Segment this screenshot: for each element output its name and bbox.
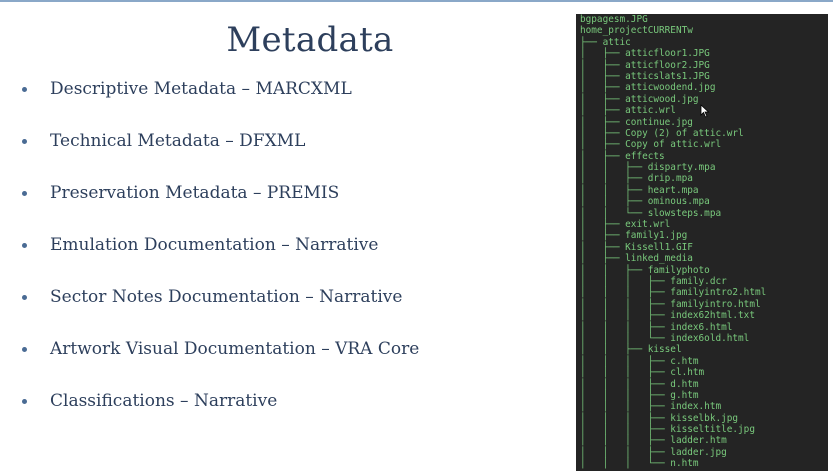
tree-line: │ ├── atticwoodend.jpg bbox=[580, 82, 716, 94]
tree-line: │ ├── exit.wrl bbox=[580, 219, 671, 231]
bullet-text: Artwork Visual Documentation – VRA Core bbox=[50, 339, 420, 359]
tree-line: │ ├── Copy of attic.wrl bbox=[580, 139, 722, 151]
tree-line: │ ├── Copy (2) of attic.wrl bbox=[580, 127, 744, 139]
bullet-text: Preservation Metadata – PREMIS bbox=[50, 183, 340, 203]
tree-line: │ │ │ ├── index.htm bbox=[580, 401, 722, 413]
bullet-dot-icon bbox=[22, 347, 27, 352]
tree-line: │ │ ├── ominous.mpa bbox=[580, 196, 710, 208]
tree-line: ├── attic bbox=[580, 36, 631, 48]
tree-line: │ │ │ └── index6old.html bbox=[580, 332, 750, 344]
bullet-item: Emulation Documentation – Narrative bbox=[22, 234, 562, 286]
tree-line: │ │ ├── familyphoto bbox=[580, 264, 710, 276]
tree-line: │ ├── linked_media bbox=[580, 253, 693, 265]
bullet-dot-icon bbox=[22, 399, 27, 404]
tree-line: │ │ │ ├── kisseltitle.jpg bbox=[580, 424, 755, 436]
tree-line: │ │ │ ├── ladder.jpg bbox=[580, 446, 727, 458]
tree-line: │ ├── family1.jpg bbox=[580, 230, 688, 242]
mouse-cursor-icon bbox=[700, 104, 710, 118]
tree-line: │ │ ├── disparty.mpa bbox=[580, 162, 716, 174]
tree-line: │ ├── Kissell1.GIF bbox=[580, 241, 693, 253]
tree-line: │ ├── atticfloor1.JPG bbox=[580, 48, 710, 60]
bullet-item: Classifications – Narrative bbox=[22, 390, 562, 442]
tree-line: │ │ │ └── n.htm bbox=[580, 458, 699, 470]
tree-line: │ │ ├── kissel bbox=[580, 344, 682, 356]
slide: Metadata Descriptive Metadata – MARCXML … bbox=[0, 0, 833, 475]
tree-line: │ ├── effects bbox=[580, 150, 665, 162]
bullet-text: Classifications – Narrative bbox=[50, 391, 278, 411]
bullet-list: Descriptive Metadata – MARCXML Technical… bbox=[22, 78, 562, 442]
bullet-text: Technical Metadata – DFXML bbox=[50, 131, 306, 151]
tree-line: │ │ │ ├── kisselbk.jpg bbox=[580, 412, 739, 424]
bullet-item: Sector Notes Documentation – Narrative bbox=[22, 286, 562, 338]
tree-line: │ │ └── slowsteps.mpa bbox=[580, 207, 722, 219]
tree-line: │ │ │ ├── ladder.htm bbox=[580, 435, 727, 447]
tree-line: │ │ ├── drip.mpa bbox=[580, 173, 693, 185]
tree-line: │ ├── continue.jpg bbox=[580, 116, 693, 128]
tree-line: │ │ │ ├── index62html.txt bbox=[580, 310, 755, 322]
tree-line: │ │ │ ├── familyintro.html bbox=[580, 298, 761, 310]
bullet-item: Descriptive Metadata – MARCXML bbox=[22, 78, 562, 130]
bullet-dot-icon bbox=[22, 243, 27, 248]
bullet-item: Technical Metadata – DFXML bbox=[22, 130, 562, 182]
bullet-dot-icon bbox=[22, 295, 27, 300]
file-tree-screenshot: bgpagesm.JPG home_projectCURRENTw ├── atti… bbox=[576, 14, 828, 471]
bullet-dot-icon bbox=[22, 191, 27, 196]
bullet-text: Descriptive Metadata – MARCXML bbox=[50, 79, 352, 99]
slide-title: Metadata bbox=[226, 20, 394, 60]
tree-line: │ │ │ ├── index6.html bbox=[580, 321, 733, 333]
bullet-text: Sector Notes Documentation – Narrative bbox=[50, 287, 403, 307]
bullet-item: Preservation Metadata – PREMIS bbox=[22, 182, 562, 234]
bullet-dot-icon bbox=[22, 139, 27, 144]
bullet-text: Emulation Documentation – Narrative bbox=[50, 235, 379, 255]
bullet-item: Artwork Visual Documentation – VRA Core bbox=[22, 338, 562, 390]
tree-line: │ │ │ ├── d.htm bbox=[580, 378, 699, 390]
tree-line: │ ├── atticslats1.JPG bbox=[580, 70, 710, 82]
tree-line: │ │ │ ├── familyintro2.html bbox=[580, 287, 767, 299]
tree-line: │ │ │ ├── family.dcr bbox=[580, 275, 727, 287]
tree-line: │ │ │ ├── c.htm bbox=[580, 355, 699, 367]
tree-line: │ │ │ ├── g.htm bbox=[580, 389, 699, 401]
bullet-dot-icon bbox=[22, 87, 27, 92]
tree-line: home_projectCURRENTw bbox=[580, 25, 693, 37]
tree-line: │ │ ├── heart.mpa bbox=[580, 184, 699, 196]
tree-line: │ ├── atticfloor2.JPG bbox=[580, 59, 710, 71]
tree-line: │ │ │ ├── cl.htm bbox=[580, 367, 705, 379]
top-border bbox=[0, 0, 833, 2]
tree-line: bgpagesm.JPG bbox=[580, 14, 648, 25]
